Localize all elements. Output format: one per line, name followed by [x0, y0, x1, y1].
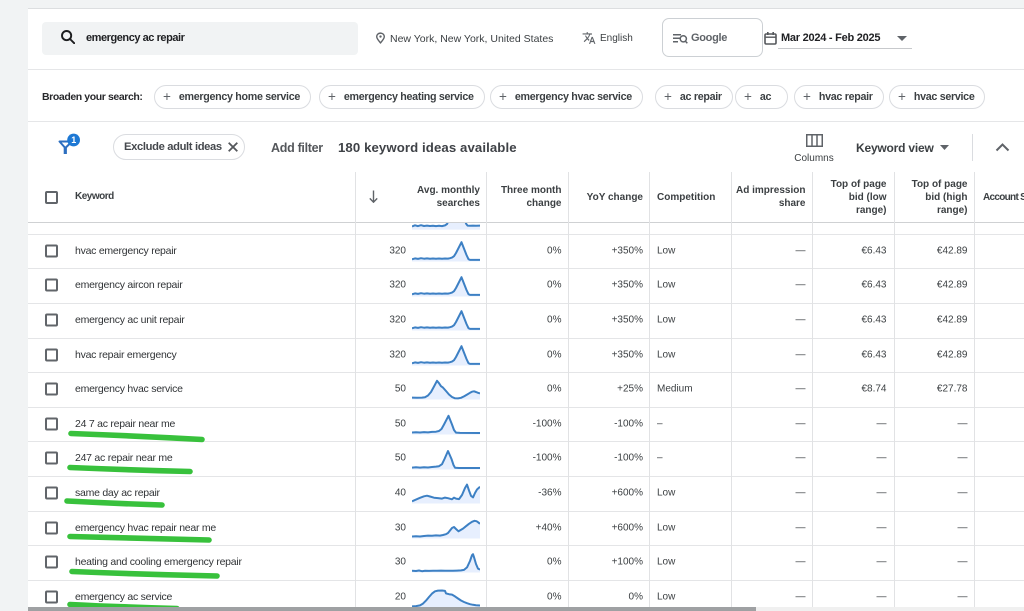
svg-text:1: 1 — [71, 135, 76, 145]
